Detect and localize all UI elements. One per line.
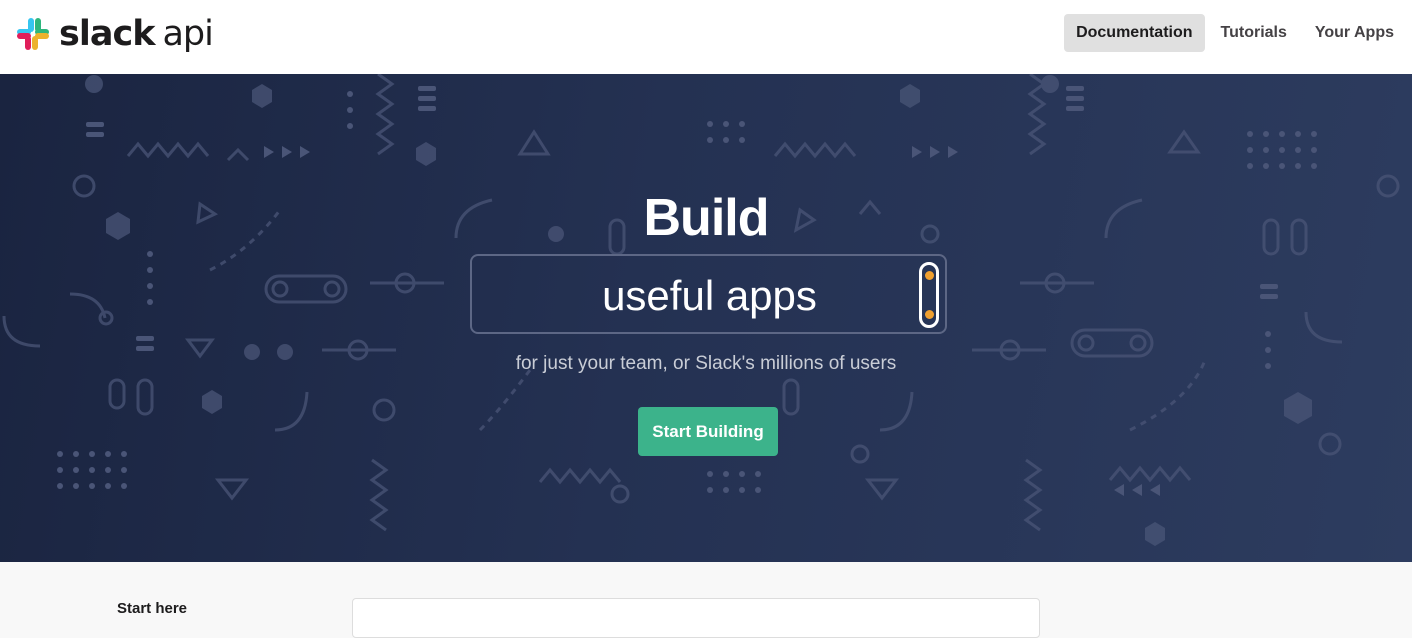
toggle-switch-icon — [919, 262, 939, 328]
hero-subtitle: for just your team, or Slack's millions … — [515, 353, 897, 374]
hero-title: Build — [643, 189, 770, 247]
switch-dot-top — [925, 271, 934, 280]
nav-tutorials[interactable]: Tutorials — [1209, 14, 1299, 52]
switch-dot-bottom — [925, 310, 934, 319]
content-area: Start here — [0, 562, 1412, 638]
start-building-button[interactable]: Start Building — [638, 407, 778, 456]
top-nav: Documentation Tutorials Your Apps — [1064, 14, 1406, 52]
rotating-phrase: useful apps — [602, 272, 817, 319]
nav-documentation[interactable]: Documentation — [1064, 14, 1205, 52]
site-header: slack api Documentation Tutorials Your Ap… — [0, 0, 1412, 74]
logo-wordmark: slack api — [59, 14, 214, 54]
nav-your-apps[interactable]: Your Apps — [1303, 14, 1406, 52]
start-here-heading: Start here — [117, 600, 188, 617]
slack-api-logo[interactable]: slack api — [15, 14, 214, 54]
content-card — [352, 598, 1040, 638]
rotating-phrase-box: useful apps — [470, 254, 947, 334]
hero-banner: Build useful apps for just your team, or… — [0, 74, 1412, 562]
logo-slack-text: slack — [59, 14, 155, 54]
slack-logo-icon — [17, 18, 49, 50]
logo-api-text: api — [162, 14, 213, 54]
